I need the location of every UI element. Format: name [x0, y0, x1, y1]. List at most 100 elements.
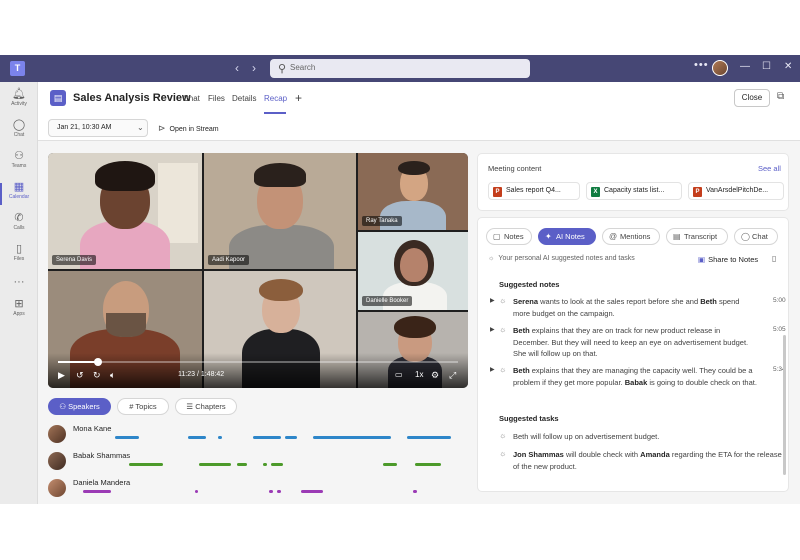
tab-details[interactable]: Details	[232, 94, 256, 103]
rail-item-teams[interactable]: ⚇ Teams	[0, 150, 38, 178]
tab-chat-panel[interactable]: ◯ Chat	[734, 228, 778, 245]
file-label: Capacity stats list...	[604, 187, 665, 194]
user-avatar[interactable]	[712, 60, 728, 76]
minimize-icon[interactable]: —	[740, 61, 750, 72]
tab-transcript[interactable]: ▤ Transcript	[666, 228, 728, 245]
tab-ai-notes[interactable]: ✦ AI Notes	[538, 228, 596, 245]
app-rail: 🔔︎ Activity ◯ Chat ⚇ Teams ▦ Calendar ✆ …	[0, 82, 38, 504]
search-placeholder: Search	[290, 63, 316, 72]
rail-item-chat[interactable]: ◯ Chat	[0, 119, 38, 147]
stream-icon: ⊳	[158, 123, 166, 133]
see-all-link[interactable]: See all	[758, 164, 781, 173]
recording-player[interactable]: Serena Davis Aadi Kapoor Ray Tanaka Dani…	[48, 153, 468, 388]
participant-tile: Danielle Booker	[358, 232, 468, 310]
playback-time: 11:23 / 1:48:42	[178, 371, 225, 378]
share-to-notes-button[interactable]: ▣ Share to Notes	[698, 255, 758, 264]
meeting-content-title: Meeting content	[488, 164, 542, 173]
forward-arrow-icon[interactable]: ›	[252, 61, 256, 75]
notes-scrollbar[interactable]	[783, 335, 786, 475]
volume-icon[interactable]: 🔈︎	[110, 370, 115, 380]
rail-item-activity[interactable]: 🔔︎ Activity	[0, 88, 38, 116]
player-controls: ▶ ↺ ↻ 🔈︎ 11:23 / 1:48:42 ▭ 1x ⚙ ⤢	[48, 353, 468, 388]
back-arrow-icon[interactable]: ‹	[235, 61, 239, 75]
file-label: VanArsdelPitchDe...	[706, 187, 769, 194]
popout-icon[interactable]: ⧉	[777, 91, 784, 102]
speaker-timeline[interactable]	[73, 436, 468, 439]
expand-caret-icon[interactable]: ▶	[490, 366, 495, 373]
speaker-row[interactable]: Daniela Mandera	[48, 478, 468, 501]
lightbulb-icon: ☼	[499, 431, 507, 440]
speaker-timeline[interactable]	[73, 490, 468, 493]
page-title: Sales Analysis Review	[73, 92, 191, 104]
rewind-icon[interactable]: ↺	[76, 370, 84, 380]
add-tab-button[interactable]: +	[295, 91, 302, 105]
file-chip[interactable]: P Sales report Q4...	[488, 182, 580, 200]
transcript-icon: ▤	[673, 232, 681, 241]
rail-item-files[interactable]: ▯ Files	[0, 243, 38, 271]
topics-tab[interactable]: # Topics	[117, 398, 169, 415]
tab-files[interactable]: Files	[208, 94, 225, 103]
phone-icon: ✆	[14, 212, 24, 224]
forward-icon[interactable]: ↻	[93, 370, 101, 380]
rail-item-calls[interactable]: ✆ Calls	[0, 212, 38, 240]
file-chip[interactable]: X Capacity stats list...	[586, 182, 682, 200]
open-in-stream-button[interactable]: ⊳ Open in Stream	[158, 119, 219, 137]
search-icon: ⚲	[278, 63, 287, 75]
speakers-tab[interactable]: ⚇ Speakers	[48, 398, 111, 415]
teams-logo-icon: T	[10, 61, 25, 76]
at-icon: @	[609, 232, 618, 241]
tab-mentions[interactable]: @ Mentions	[602, 228, 660, 245]
apps-icon: ⊞	[14, 298, 24, 310]
lightbulb-icon: ☼	[499, 365, 507, 374]
speaker-row[interactable]: Babak Shammas	[48, 451, 468, 474]
rail-item-calendar[interactable]: ▦ Calendar	[0, 181, 38, 209]
file-chip[interactable]: P VanArsdelPitchDe...	[688, 182, 784, 200]
expand-caret-icon[interactable]: ▶	[490, 326, 495, 333]
captions-icon[interactable]: ▭	[395, 370, 403, 380]
progress-handle[interactable]	[94, 358, 102, 366]
rail-item-apps[interactable]: ⊞ Apps	[0, 298, 38, 326]
note-timestamp[interactable]: 5:00	[773, 297, 786, 304]
playback-speed[interactable]: 1x	[415, 370, 423, 380]
active-tab-indicator	[264, 112, 286, 114]
date-dropdown[interactable]: Jan 21, 10:30 AM ⌄	[48, 119, 148, 137]
notes-icon: ▢	[493, 232, 501, 241]
avatar	[48, 479, 66, 497]
settings-icon[interactable]: ⚙	[431, 370, 439, 380]
speaker-row[interactable]: Mona Kane	[48, 424, 468, 447]
tab-recap[interactable]: Recap	[264, 94, 287, 103]
powerpoint-icon: P	[693, 187, 702, 197]
notes-view-icon[interactable]: ▯	[772, 254, 776, 263]
chapters-tab[interactable]: ☰ Chapters	[175, 398, 237, 415]
tab-chat[interactable]: Chat	[183, 94, 200, 103]
chevron-down-icon: ⌄	[137, 123, 144, 132]
participant-tile: Ray Tanaka	[358, 153, 468, 230]
calendar-icon: ▦	[13, 181, 25, 193]
progress-bar[interactable]	[58, 358, 458, 366]
notes-app-icon: ▣	[698, 255, 706, 264]
search-bar[interactable]: ⚲ Search	[270, 59, 530, 78]
close-button[interactable]: Close	[734, 89, 770, 107]
fullscreen-icon[interactable]: ⤢	[449, 370, 456, 380]
more-options-icon[interactable]: •••	[694, 59, 709, 71]
speaker-timeline[interactable]	[73, 463, 468, 466]
meeting-header: ▤ Sales Analysis Review Chat Files Detai…	[38, 82, 800, 141]
play-icon[interactable]: ▶	[58, 370, 65, 380]
ai-hint: ☼ Your personal AI suggested notes and ta…	[488, 255, 635, 262]
date-label: Jan 21, 10:30 AM	[57, 124, 112, 131]
participant-tile: Serena Davis	[48, 153, 202, 269]
people-icon: ⚇	[59, 402, 69, 411]
close-window-icon[interactable]: ✕	[784, 61, 792, 72]
tab-notes[interactable]: ▢ Notes	[486, 228, 532, 245]
progress-fill	[58, 361, 98, 363]
note-timestamp[interactable]: 5:05	[773, 326, 786, 333]
participant-name: Ray Tanaka	[362, 216, 402, 226]
task-text: Beth will follow up on advertisement bud…	[513, 432, 660, 441]
teams-window: T ‹ › ⚲ Search ••• — ☐ ✕ 🔔︎ Activity ◯ C…	[0, 55, 800, 504]
lightbulb-icon: ☼	[499, 296, 507, 305]
expand-caret-icon[interactable]: ▶	[490, 297, 495, 304]
maximize-icon[interactable]: ☐	[762, 61, 771, 72]
avatar	[48, 452, 66, 470]
file-icon: ▯	[15, 243, 23, 255]
rail-more[interactable]: ···	[0, 276, 38, 290]
